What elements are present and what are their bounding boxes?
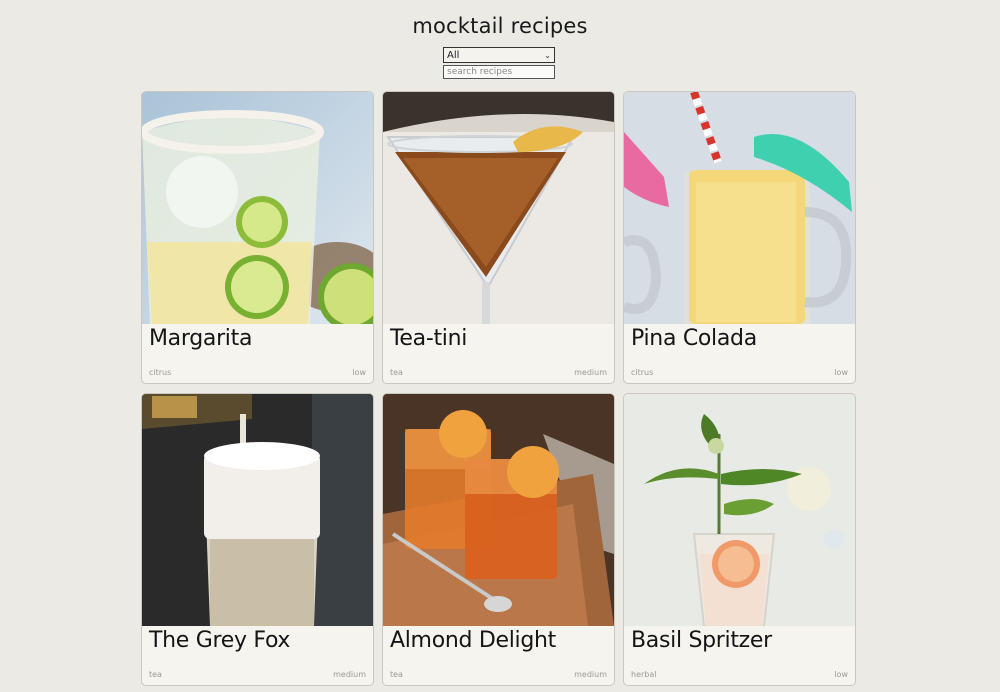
recipe-card-tea-tini[interactable]: Tea-tini tea medium bbox=[382, 91, 615, 384]
recipe-card-basil-spritzer[interactable]: Basil Spritzer herbal low bbox=[623, 393, 856, 686]
recipe-name: The Grey Fox bbox=[149, 628, 291, 653]
recipe-name: Pina Colada bbox=[631, 326, 757, 351]
recipe-strength: medium bbox=[574, 368, 607, 377]
recipe-photo bbox=[142, 394, 373, 626]
recipe-category: tea bbox=[149, 670, 162, 679]
filter-selected-value: All bbox=[447, 49, 460, 61]
category-filter-select[interactable]: All ⌄ bbox=[443, 47, 555, 63]
recipe-card-pina-colada[interactable]: Pina Colada citrus low bbox=[623, 91, 856, 384]
recipe-photo bbox=[624, 92, 855, 324]
margarita-glass-icon bbox=[142, 92, 373, 324]
recipe-photo bbox=[142, 92, 373, 324]
page-title: mocktail recipes bbox=[412, 14, 588, 38]
recipes-page: mocktail recipes All ⌄ search recipes Ma… bbox=[0, 0, 1000, 692]
recipe-photo bbox=[624, 394, 855, 626]
search-input[interactable] bbox=[443, 65, 555, 79]
rocks-glasses-icon bbox=[383, 394, 614, 626]
recipe-card-almond-delight[interactable]: Almond Delight tea medium bbox=[382, 393, 615, 686]
spritzer-glass-icon bbox=[624, 394, 855, 626]
recipe-photo bbox=[383, 92, 614, 324]
recipe-strength: low bbox=[834, 368, 848, 377]
recipe-strength: medium bbox=[333, 670, 366, 679]
recipe-card-margarita[interactable]: Margarita citrus low bbox=[141, 91, 374, 384]
recipe-strength: low bbox=[352, 368, 366, 377]
mug-with-umbrellas-icon bbox=[624, 92, 855, 324]
recipe-category: herbal bbox=[631, 670, 657, 679]
recipe-category: tea bbox=[390, 670, 403, 679]
recipe-card-the-grey-fox[interactable]: The Grey Fox tea medium bbox=[141, 393, 374, 686]
foamy-glass-icon bbox=[142, 394, 373, 626]
recipe-category: citrus bbox=[149, 368, 172, 377]
chevron-down-icon: ⌄ bbox=[544, 50, 551, 60]
recipe-category: citrus bbox=[631, 368, 654, 377]
martini-glass-icon bbox=[383, 92, 614, 324]
recipe-name: Margarita bbox=[149, 326, 253, 351]
recipe-category: tea bbox=[390, 368, 403, 377]
recipe-name: Basil Spritzer bbox=[631, 628, 772, 653]
recipe-name: Tea-tini bbox=[390, 326, 468, 351]
recipe-strength: medium bbox=[574, 670, 607, 679]
recipe-strength: low bbox=[834, 670, 848, 679]
recipe-name: Almond Delight bbox=[390, 628, 556, 653]
recipe-photo bbox=[383, 394, 614, 626]
